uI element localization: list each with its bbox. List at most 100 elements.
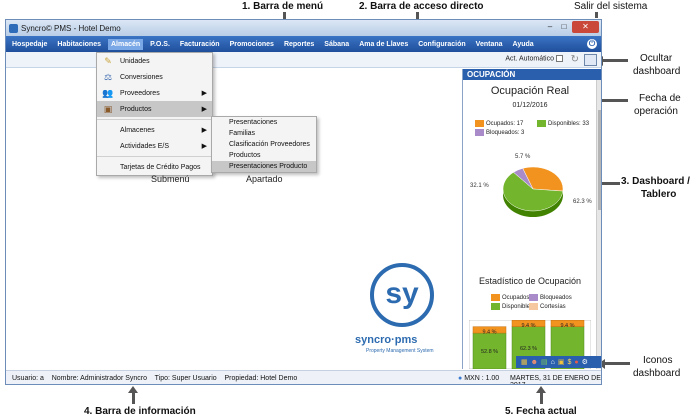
status-type: Tipo: Super Usuario (154, 375, 217, 382)
pie-label-ocupados: 32.1 % (470, 183, 489, 189)
legend-item: Disponibles (491, 303, 533, 310)
globe-icon: ● (458, 375, 463, 382)
alert-icon[interactable]: ● (574, 359, 578, 366)
arrow (595, 12, 598, 18)
dashboard-panel: OCUPACIÓN Ocupación Real 01/12/2016 Ocup… (462, 69, 601, 369)
logo-name: syncro·pms (355, 334, 418, 346)
menu-item-proveedores[interactable]: 👥 Proveedores ▶ (97, 85, 212, 101)
bar-label-top: 9.4 % (521, 323, 535, 329)
annotation-hide-dashboard-2: dashboard (633, 66, 681, 77)
stats-title: Estadístico de Ocupación (478, 276, 582, 286)
menu-sabana[interactable]: Sábana (324, 41, 349, 48)
menu-item-unidades[interactable]: ✎ Unidades (97, 53, 212, 69)
dashboard-title: Ocupación Real (490, 85, 570, 97)
submenu-item[interactable]: Presentaciones Producto (212, 161, 316, 172)
annotation-operation-date-1: Fecha de (639, 93, 681, 104)
submenu-item[interactable]: Presentaciones (212, 117, 316, 128)
occupancy-pie-chart (502, 166, 564, 217)
legend-swatch (491, 294, 500, 301)
menu-item-productos[interactable]: ▣ Productos ▶ (97, 101, 212, 117)
menu-ama-de-llaves[interactable]: Ama de Llaves (359, 41, 408, 48)
chart-icon[interactable]: ▤ (541, 358, 548, 366)
section-label: Apartado (246, 174, 283, 184)
minimize-button[interactable]: – (543, 21, 557, 33)
auto-update-label: Act. Automático (505, 55, 563, 62)
menu-habitaciones[interactable]: Habitaciones (57, 41, 101, 48)
legend-item: Ocupados: 17 (475, 120, 523, 127)
annotation-icons-2: dashboard (633, 368, 681, 379)
status-name: Nombre: Administrador Syncro (51, 375, 148, 382)
arrow (132, 392, 135, 404)
power-icon[interactable]: ⏻ (587, 39, 597, 49)
legend-swatch (491, 303, 500, 310)
money-icon[interactable]: $ (567, 359, 571, 366)
home-icon[interactable]: ⌂ (551, 359, 555, 366)
legend-swatch (537, 120, 546, 127)
menu-facturacion[interactable]: Facturación (180, 41, 220, 48)
chevron-right-icon: ▶ (201, 143, 207, 150)
menu-item-almacenes[interactable]: Almacenes ▶ (97, 122, 212, 138)
chevron-right-icon: ▶ (201, 90, 207, 97)
menu-item-conversiones[interactable]: ⚖ Conversiones (97, 69, 212, 85)
menu-hospedaje[interactable]: Hospedaje (12, 41, 47, 48)
menu-almacen[interactable]: Almacén (107, 38, 144, 50)
almacen-dropdown: ✎ Unidades ⚖ Conversiones 👥 Proveedores ▶ ▣ P… (96, 52, 213, 176)
calendar-icon[interactable]: ▦ (521, 358, 528, 366)
scale-icon: ⚖ (103, 72, 113, 82)
legend-item: Ocupados (491, 294, 529, 301)
arrow (604, 362, 630, 365)
bar-label-bottom: 62.3 % (520, 346, 537, 352)
auto-update-checkbox[interactable] (556, 55, 563, 62)
operation-date: 01/12/2016 (512, 102, 548, 109)
menu-configuracion[interactable]: Configuración (418, 41, 465, 48)
legend-item: Disponibles: 33 (537, 120, 589, 127)
submenu-item[interactable]: Familias (212, 128, 316, 139)
menu-promociones[interactable]: Promociones (230, 41, 274, 48)
box-icon: ▣ (103, 104, 113, 114)
user-info: Usuario: a Nombre: Administrador Syncro … (12, 375, 297, 382)
submenu-item[interactable]: Clasificación Proveedores (212, 139, 316, 150)
settings-icon[interactable]: ⚙ (582, 358, 588, 366)
chevron-right-icon: ▶ (201, 127, 207, 134)
menu-reportes[interactable]: Reportes (284, 41, 314, 48)
legend-swatch (475, 120, 484, 127)
app-window: Syncro© PMS - Hotel Demo – □ ✕ Hospedaje… (5, 19, 602, 385)
syncro-logo: sy (370, 263, 434, 327)
dashboard-scrollbar[interactable] (596, 80, 601, 369)
submenu-item[interactable]: Productos (212, 150, 316, 161)
menu-item-actividades[interactable]: Actividades E/S ▶ (97, 138, 212, 154)
legend-item: Bloqueados: 3 (475, 129, 524, 136)
annotation-operation-date-2: operación (634, 106, 678, 117)
user-icon[interactable]: ☻ (531, 359, 538, 366)
dashboard-icons-bar: ▦ ☻ ▤ ⌂ ▣ $ ● ⚙ (516, 356, 601, 368)
menu-ayuda[interactable]: Ayuda (513, 41, 534, 48)
annotation-dashboard-2: Tablero (641, 189, 677, 200)
bar-label-bottom: 52.8 % (481, 349, 498, 355)
menu-bar: Hospedaje Habitaciones Almacén P.O.S. Fa… (6, 36, 601, 52)
status-user: Usuario: a (12, 375, 44, 382)
pie-label-bloqueados: 5.7 % (515, 154, 531, 160)
menu-item-tarjetas[interactable]: Tarjetas de Crédito Pagos (97, 159, 212, 175)
annotation-icons-1: Iconos (643, 355, 673, 366)
refresh-icon[interactable]: ↻ (571, 54, 579, 65)
annotation-shortcut-bar: 2. Barra de acceso directo (359, 1, 484, 12)
legend-item: Bloqueados (529, 294, 572, 301)
hide-dashboard-button[interactable] (584, 54, 597, 66)
scrollbar-thumb[interactable] (598, 110, 601, 210)
arrow (602, 59, 628, 62)
arrow-tip (128, 386, 138, 393)
pencil-icon: ✎ (104, 56, 112, 66)
annotation-current-date: 5. Fecha actual (505, 406, 577, 417)
legend-item: Cortesías (529, 303, 566, 310)
lock-icon[interactable]: ▣ (558, 358, 565, 366)
legend-swatch (475, 129, 484, 136)
annotation-info-bar: 4. Barra de información (84, 406, 196, 417)
currency-rate: ● MXN : 1.00 (458, 375, 500, 382)
close-button[interactable]: ✕ (572, 21, 599, 33)
dashboard-header: OCUPACIÓN (463, 69, 601, 80)
menu-pos[interactable]: P.O.S. (150, 41, 170, 48)
maximize-button[interactable]: □ (557, 21, 571, 33)
app-icon (9, 23, 18, 33)
arrow (540, 392, 543, 404)
menu-ventana[interactable]: Ventana (476, 41, 503, 48)
